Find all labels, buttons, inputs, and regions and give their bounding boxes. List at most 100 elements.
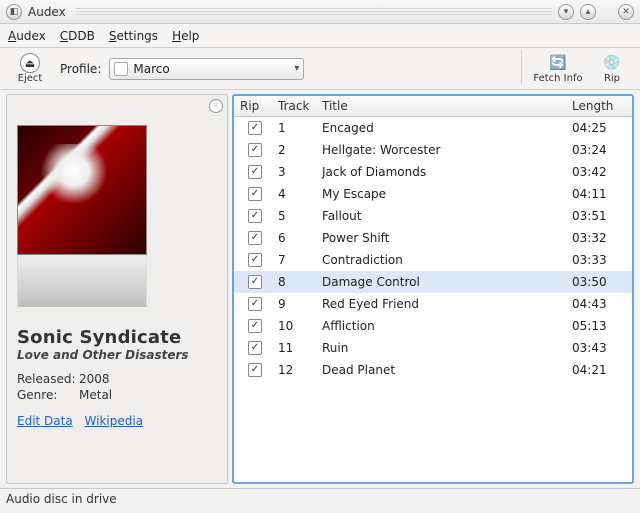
fetch-info-label: Fetch Info (533, 73, 582, 84)
track-title: Jack of Diamonds (316, 162, 566, 182)
track-length: 04:21 (566, 360, 632, 380)
chevron-down-icon: ▾ (294, 63, 299, 74)
track-title: Hellgate: Worcester (316, 140, 566, 160)
track-title: My Escape (316, 184, 566, 204)
track-number: 9 (272, 294, 316, 314)
fetch-info-button[interactable]: 🔄 Fetch Info (528, 50, 588, 88)
table-row[interactable]: ✓10Affliction05:13 (234, 315, 632, 337)
rip-cell: ✓ (234, 162, 272, 182)
toolbar: ⏏ Eject Profile: Marco ▾ 🔄 Fetch Info 💿 … (0, 48, 640, 90)
rip-cell: ✓ (234, 294, 272, 314)
table-row[interactable]: ✓7Contradiction03:33 (234, 249, 632, 271)
album-pane: ◦ Sonic Syndicate Love and Other Disaste… (6, 94, 228, 484)
track-table: Rip Track Title Length ✓1Encaged04:25✓2H… (232, 94, 634, 484)
track-length: 03:42 (566, 162, 632, 182)
track-number: 12 (272, 360, 316, 380)
table-row[interactable]: ✓ 12Dead Planet04:21 (234, 359, 632, 381)
menu-settings[interactable]: Settings (109, 29, 158, 43)
track-title: Contradiction (316, 250, 566, 270)
track-title: Dead Planet (316, 360, 566, 380)
rip-cell: ✓ (234, 206, 272, 226)
eject-label: Eject (18, 73, 43, 84)
rip-cell: ✓ (234, 184, 272, 204)
rip-button[interactable]: 💿 Rip (592, 50, 632, 88)
rip-checkbox[interactable]: ✓ (248, 143, 262, 157)
eject-icon: ⏏ (20, 53, 40, 73)
rip-cell: ✓ (234, 360, 272, 380)
rip-checkbox[interactable]: ✓ (248, 275, 262, 289)
table-row[interactable]: ✓9Red Eyed Friend04:43 (234, 293, 632, 315)
titlebar-rule (76, 8, 552, 16)
header-title[interactable]: Title (316, 96, 566, 116)
rip-cell: ✓ (234, 140, 272, 160)
rip-checkbox[interactable]: ✓ (248, 253, 262, 267)
menu-audex[interactable]: Audex (8, 29, 46, 43)
edit-data-link[interactable]: Edit Data (17, 414, 73, 428)
collapse-pane-button[interactable]: ◦ (209, 99, 223, 113)
profile-value: Marco (133, 62, 169, 76)
maximize-button[interactable]: ▴ (580, 4, 596, 20)
table-row[interactable]: ✓6Power Shift03:32 (234, 227, 632, 249)
track-length: 04:11 (566, 184, 632, 204)
rip-cell: ✓ (234, 250, 272, 270)
genre-value: Metal (79, 388, 112, 402)
rip-cell: ✓ (234, 118, 272, 138)
header-length[interactable]: Length (566, 96, 632, 116)
track-length: 03:43 (566, 338, 632, 358)
rip-checkbox[interactable]: ✓ (248, 297, 262, 311)
album-cover[interactable] (17, 125, 147, 255)
rip-checkbox[interactable]: ✓ (248, 341, 262, 355)
released-value: 2008 (79, 372, 110, 386)
rip-checkbox[interactable]: ✓ (248, 363, 262, 377)
close-button[interactable]: ✕ (618, 4, 634, 20)
menubar: Audex CDDB Settings Help (0, 24, 640, 48)
track-title: Encaged (316, 118, 566, 138)
track-length: 05:13 (566, 316, 632, 336)
profile-label: Profile: (60, 62, 101, 76)
album-title: Love and Other Disasters (17, 348, 217, 362)
wikipedia-link[interactable]: Wikipedia (85, 414, 144, 428)
rip-checkbox[interactable]: ✓ (248, 187, 262, 201)
table-row[interactable]: ✓5Fallout03:51 (234, 205, 632, 227)
window-menu-button[interactable]: ◧ (6, 4, 22, 20)
track-length: 03:51 (566, 206, 632, 226)
menu-cddb[interactable]: CDDB (60, 29, 95, 43)
rip-checkbox[interactable]: ✓ (248, 165, 262, 179)
eject-button[interactable]: ⏏ Eject (8, 50, 52, 88)
album-cover-reflection (17, 255, 147, 307)
rip-checkbox[interactable]: ✓ (248, 209, 262, 223)
menu-help[interactable]: Help (172, 29, 199, 43)
track-length: 04:25 (566, 118, 632, 138)
artist-name: Sonic Syndicate (17, 327, 217, 348)
album-links: Edit Data Wikipedia (17, 414, 217, 428)
track-title: Power Shift (316, 228, 566, 248)
track-number: 4 (272, 184, 316, 204)
minimize-button[interactable]: ▾ (558, 4, 574, 20)
titlebar: ◧ Audex ▾ ▴ ✕ (0, 0, 640, 24)
window-title: Audex (28, 5, 66, 19)
rip-checkbox[interactable]: ✓ (248, 121, 262, 135)
header-track[interactable]: Track (272, 96, 316, 116)
rip-cell: ✓ (234, 228, 272, 248)
profile-select[interactable]: Marco ▾ (109, 58, 304, 80)
track-length: 03:32 (566, 228, 632, 248)
table-row[interactable]: ✓2Hellgate: Worcester03:24 (234, 139, 632, 161)
status-text: Audio disc in drive (6, 492, 117, 506)
table-row[interactable]: ✓ 3Jack of Diamonds03:42 (234, 161, 632, 183)
table-row[interactable]: ✓8Damage Control03:50 (234, 271, 632, 293)
genre-label: Genre: (17, 388, 75, 402)
table-row[interactable]: ✓1Encaged04:25 (234, 117, 632, 139)
track-title: Ruin (316, 338, 566, 358)
rip-checkbox[interactable]: ✓ (248, 319, 262, 333)
track-number: 7 (272, 250, 316, 270)
table-row[interactable]: ✓11Ruin03:43 (234, 337, 632, 359)
fetch-info-icon: 🔄 (547, 53, 569, 73)
track-title: Fallout (316, 206, 566, 226)
rip-cell: ✓ (234, 272, 272, 292)
track-number: 3 (272, 162, 316, 182)
table-row[interactable]: ✓ 4My Escape04:11 (234, 183, 632, 205)
rip-checkbox[interactable]: ✓ (248, 231, 262, 245)
header-rip[interactable]: Rip (234, 96, 272, 116)
rip-label: Rip (604, 73, 620, 84)
rip-cell: ✓ (234, 338, 272, 358)
